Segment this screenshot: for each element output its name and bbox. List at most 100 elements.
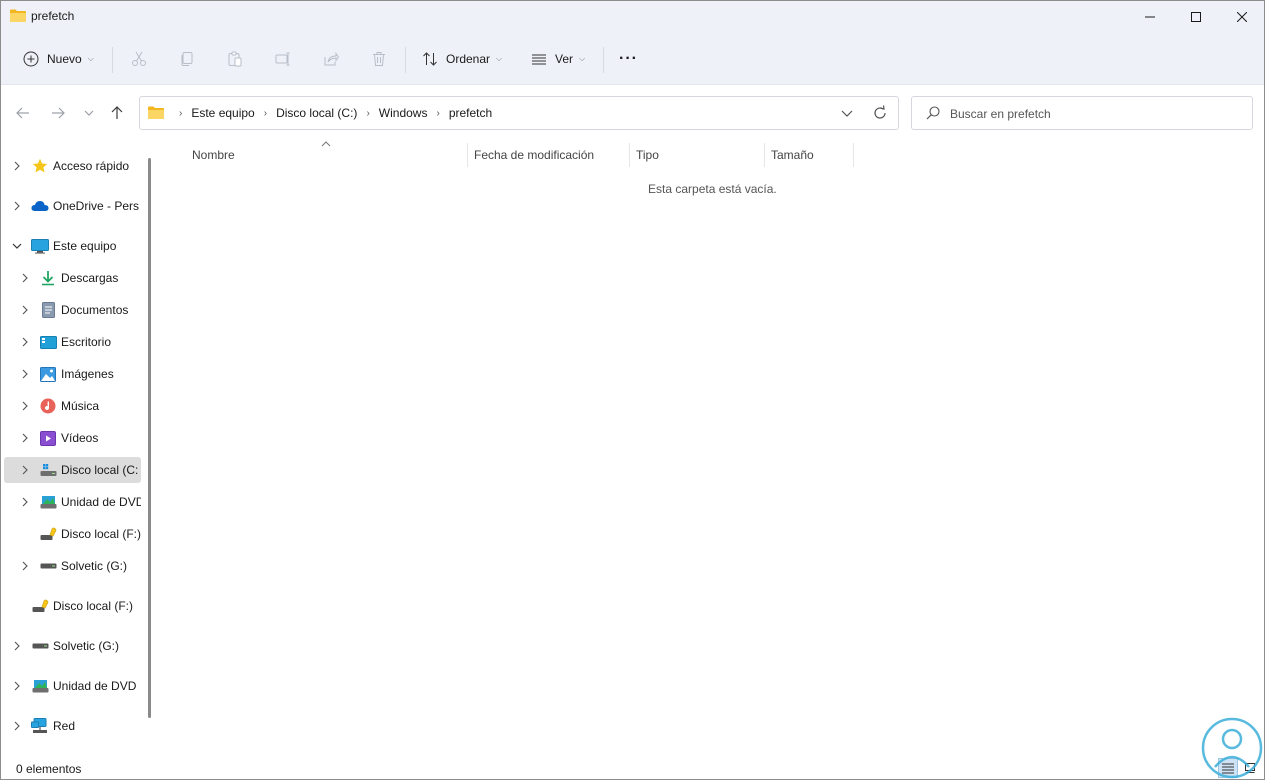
share-icon — [324, 51, 339, 66]
column-divider[interactable] — [764, 143, 765, 167]
nav-item-label: Imágenes — [61, 367, 114, 381]
star-icon — [31, 158, 49, 174]
breadcrumb-separator-icon[interactable]: › — [264, 108, 267, 119]
title-bar[interactable]: prefetch — [1, 1, 1264, 33]
windows-drive-icon — [39, 462, 57, 478]
nav-item-this-pc[interactable]: Este equipo — [4, 233, 141, 259]
chevron-right-icon[interactable] — [20, 401, 30, 411]
sort-button[interactable]: Ordenar ⌵ — [422, 45, 502, 73]
chevron-right-icon[interactable] — [12, 681, 22, 691]
share-button[interactable] — [323, 45, 339, 73]
arrow-left-icon — [16, 107, 29, 119]
nav-item-pictures[interactable]: Imágenes — [4, 361, 141, 387]
maximize-button[interactable] — [1173, 1, 1219, 33]
search-input[interactable] — [950, 105, 1240, 123]
chevron-right-icon[interactable] — [20, 337, 30, 347]
window-title: prefetch — [31, 9, 75, 23]
copy-button[interactable] — [179, 45, 195, 73]
refresh-button[interactable] — [872, 104, 888, 125]
usb-drive-icon — [39, 526, 57, 542]
chevron-right-icon[interactable] — [20, 305, 30, 315]
view-list-icon — [532, 54, 546, 65]
view-button[interactable]: Ver ⌵ — [531, 45, 585, 73]
sort-button-label: Ordenar — [446, 52, 491, 66]
download-icon — [39, 270, 57, 286]
nav-item-local-disk-f[interactable]: Disco local (F:) — [4, 521, 141, 547]
nav-item-documents[interactable]: Documentos — [4, 297, 141, 323]
maximize-icon — [1191, 12, 1201, 22]
nav-item-solvetic-g[interactable]: Solvetic (G:) — [4, 553, 141, 579]
delete-icon — [373, 52, 385, 66]
column-divider[interactable] — [467, 143, 468, 167]
nav-item-local-disk-f-root[interactable]: Disco local (F:) — [4, 593, 141, 619]
nav-item-videos[interactable]: Vídeos — [4, 425, 141, 451]
nav-item-quick-access[interactable]: Acceso rápido — [4, 153, 141, 179]
nav-item-dvd-drive-root[interactable]: Unidad de DVD — [4, 673, 141, 699]
new-button[interactable]: Nuevo ⌵ — [23, 45, 94, 73]
nav-item-label: Este equipo — [53, 239, 117, 253]
breadcrumb-separator-icon[interactable]: › — [366, 108, 369, 119]
chevron-right-icon[interactable] — [20, 369, 30, 379]
more-icon: ··· — [619, 50, 638, 67]
delete-button[interactable] — [371, 45, 387, 73]
column-divider[interactable] — [853, 143, 854, 167]
nav-item-solvetic-g-root[interactable]: Solvetic (G:) — [4, 633, 141, 659]
chevron-right-icon[interactable] — [20, 561, 30, 571]
nav-item-label: Vídeos — [61, 431, 99, 445]
status-bar: 0 elementos — [1, 757, 1264, 779]
nav-item-label: Unidad de DVD — [61, 495, 141, 509]
close-button[interactable] — [1219, 1, 1265, 33]
recent-locations-button[interactable] — [79, 104, 99, 122]
breadcrumb-item[interactable]: Este equipo — [191, 106, 254, 120]
nav-item-label: Descargas — [61, 271, 119, 285]
chevron-right-icon[interactable] — [12, 161, 22, 171]
nav-item-local-disk-c[interactable]: Disco local (C: — [4, 457, 141, 483]
address-history-dropdown[interactable] — [840, 105, 854, 124]
chevron-right-icon[interactable] — [20, 273, 30, 283]
column-header-name[interactable]: Nombre — [192, 143, 467, 167]
up-button[interactable] — [107, 104, 127, 122]
paste-button[interactable] — [227, 45, 243, 73]
breadcrumb-separator-icon[interactable]: › — [436, 108, 439, 119]
breadcrumb-item[interactable]: prefetch — [449, 106, 492, 120]
file-explorer-window: prefetch Nuevo ⌵ Ordenar ⌵ Ver ⌵ ··· › E… — [0, 0, 1265, 780]
back-button[interactable] — [13, 104, 33, 122]
breadcrumb-item[interactable]: Disco local (C:) — [276, 106, 357, 120]
dvd-drive-icon — [39, 494, 57, 510]
search-box[interactable] — [911, 96, 1253, 130]
breadcrumb-item[interactable]: Windows — [379, 106, 428, 120]
rename-button[interactable] — [275, 45, 291, 73]
cloud-icon — [31, 198, 49, 214]
address-bar[interactable]: › Este equipo › Disco local (C:) › Windo… — [139, 96, 899, 130]
nav-item-onedrive[interactable]: OneDrive - Pers — [4, 193, 141, 219]
desktop-icon — [39, 334, 57, 350]
forward-button[interactable] — [48, 104, 68, 122]
more-options-button[interactable]: ··· — [619, 45, 638, 73]
column-header-size[interactable]: Tamaño — [771, 143, 853, 167]
nav-item-music[interactable]: Música — [4, 393, 141, 419]
nav-item-downloads[interactable]: Descargas — [4, 265, 141, 291]
item-count: 0 elementos — [16, 762, 82, 776]
nav-item-label: OneDrive - Pers — [53, 199, 140, 213]
minimize-button[interactable] — [1127, 1, 1173, 33]
column-divider[interactable] — [629, 143, 630, 167]
navigation-pane[interactable]: Acceso rápido OneDrive - Pers Este equip… — [1, 141, 153, 757]
cut-button[interactable] — [131, 45, 147, 73]
file-list[interactable]: Nombre Fecha de modificación Tipo Tamaño… — [153, 141, 1264, 757]
chevron-right-icon[interactable] — [20, 433, 30, 443]
document-icon — [39, 302, 57, 318]
chevron-right-icon[interactable] — [12, 641, 22, 651]
chevron-down-icon[interactable] — [12, 241, 22, 251]
nav-scrollbar[interactable] — [148, 158, 151, 718]
breadcrumb-separator-icon[interactable]: › — [179, 108, 182, 119]
plus-circle-icon — [23, 51, 39, 67]
chevron-right-icon[interactable] — [12, 201, 22, 211]
nav-item-dvd-drive[interactable]: Unidad de DVD — [4, 489, 141, 515]
column-header-type[interactable]: Tipo — [636, 143, 764, 167]
nav-item-network[interactable]: Red — [4, 713, 141, 739]
chevron-right-icon[interactable] — [20, 497, 30, 507]
chevron-right-icon[interactable] — [12, 721, 22, 731]
nav-item-desktop[interactable]: Escritorio — [4, 329, 141, 355]
column-header-date-modified[interactable]: Fecha de modificación — [474, 143, 629, 167]
chevron-right-icon[interactable] — [20, 465, 30, 475]
